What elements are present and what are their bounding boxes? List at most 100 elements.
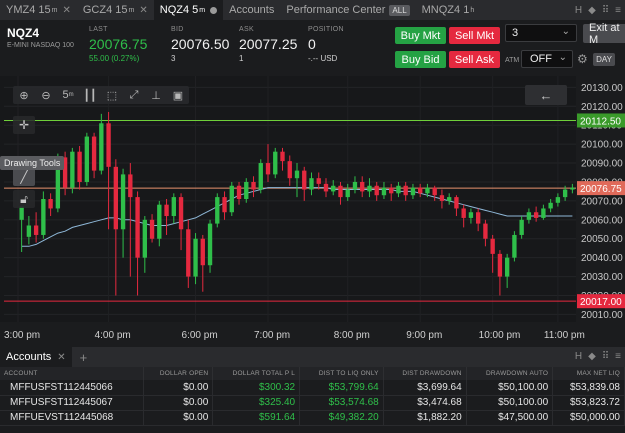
chevron-down-icon: ⌄	[561, 26, 570, 37]
close-icon[interactable]: ✕	[62, 5, 70, 16]
tab-label: MNQZ4 1	[421, 4, 470, 16]
panel-link-icon[interactable]: ◆	[588, 351, 596, 362]
indicators-icon[interactable]: ⊥	[145, 86, 167, 104]
table-row[interactable]: MFFUEVST112445068 $0.00 $591.64 $49,382.20 $…	[0, 410, 625, 426]
buy-bid-button[interactable]: Buy Bid	[395, 51, 446, 68]
timeframe-button[interactable]: 5m	[57, 86, 79, 104]
candle-body	[258, 163, 263, 190]
panel-menu-icon[interactable]: ≡	[615, 351, 621, 362]
y-tick-label: 20070.00	[581, 196, 623, 207]
price-chart[interactable]: 20130.0020120.0020110.0020100.0020090.00…	[0, 76, 625, 347]
candle-body	[526, 212, 532, 220]
x-tick-label: 11:00 pm	[544, 330, 585, 341]
tab-accounts[interactable]: Accounts ✕	[0, 347, 72, 367]
tab-2[interactable]: NQZ4 5m	[153, 0, 224, 20]
atm-value: OFF	[530, 53, 552, 65]
close-icon[interactable]: ✕	[57, 352, 65, 363]
window-menu-icon[interactable]: ≡	[615, 5, 621, 16]
tab-3[interactable]: Accounts	[223, 0, 280, 20]
symbol-description: E-MINI NASDAQ 100	[7, 42, 74, 49]
tab-label: Accounts	[229, 4, 275, 16]
value-cell: $325.40	[212, 395, 301, 411]
quantity-select[interactable]: 3 ⌄	[505, 24, 577, 42]
value-cell: $591.64	[212, 410, 301, 426]
tab-1[interactable]: GCZ4 15 m ✕	[77, 0, 154, 20]
candle-body	[439, 195, 445, 201]
y-tick-label: 20040.00	[581, 253, 623, 264]
exit-at-market-button[interactable]: Exit at M	[583, 22, 625, 46]
candle-body	[273, 151, 278, 175]
candle-body	[425, 187, 430, 194]
column-header[interactable]: DIST TO LIQ ONLY	[299, 367, 384, 380]
candle-body	[454, 197, 459, 209]
tab-accounts-label: Accounts	[6, 351, 52, 363]
column-header[interactable]: MAX NET LIQ	[552, 367, 625, 380]
lock-icon[interactable]: 🔓︎	[13, 190, 35, 208]
gear-icon[interactable]: ⚙	[577, 52, 588, 66]
tab-interval-unit: h	[470, 6, 475, 14]
column-header[interactable]: DRAWDOWN AUTO	[466, 367, 554, 380]
add-tab-icon[interactable]: +	[80, 350, 88, 365]
crosshair-icon[interactable]: ✛	[13, 116, 35, 134]
candle-body	[77, 151, 82, 182]
candle-body	[548, 202, 553, 209]
drawing-tools-icon[interactable]: ╱	[13, 168, 35, 186]
table-row[interactable]: MFFUSFST112445067 $0.00 $325.40 $53,574.68 $…	[0, 395, 625, 411]
panel-h-icon[interactable]: H	[575, 351, 582, 362]
table-row[interactable]: MFFUSFST112445066 $0.00 $300.32 $53,799.64 $…	[0, 380, 625, 396]
candle-body	[309, 178, 314, 190]
candle-body	[338, 185, 343, 198]
column-header[interactable]: DIST DRAWDOWN	[383, 367, 467, 380]
zoom-in-icon[interactable]: ⊕	[13, 86, 35, 104]
y-tick-label: 20060.00	[581, 215, 623, 226]
candle-body	[570, 187, 575, 190]
candle-body	[389, 187, 394, 194]
accounts-panel-controls: H ◆ ⠿ ≡	[575, 351, 621, 362]
tab-4[interactable]: Performance Center ALL	[280, 0, 415, 20]
tab-label: NQZ4 5	[159, 4, 199, 16]
zoom-out-icon[interactable]: ⊖	[35, 86, 57, 104]
column-header[interactable]: DOLLAR OPEN	[143, 367, 214, 380]
window-grip-icon[interactable]: ⠿	[602, 5, 609, 16]
window-link-icon[interactable]: ◆	[588, 5, 596, 16]
candle-body	[533, 212, 539, 218]
candle-style-icon[interactable]: ┃┃	[79, 86, 101, 104]
bid-price: 20076.50	[171, 36, 230, 52]
accounts-panel: Accounts ✕ + H ◆ ⠿ ≡ ACCOUNT DOLLAR OPEN D…	[0, 347, 625, 433]
candle-body	[70, 151, 75, 188]
ask-price: 20077.25	[239, 36, 298, 52]
value-cell: $49,382.20	[299, 410, 384, 426]
candle-body	[381, 187, 387, 196]
buy-market-button[interactable]: Buy Mkt	[395, 27, 446, 44]
candle-body	[403, 185, 408, 196]
candle-body	[562, 189, 568, 198]
y-tick-label: 20130.00	[581, 83, 623, 94]
candle-body	[323, 183, 329, 192]
window-h-icon[interactable]: H	[575, 5, 582, 16]
chart-canvas[interactable]: 20130.0020120.0020110.0020100.0020090.00…	[0, 76, 625, 347]
atm-select[interactable]: OFF ⌄	[521, 50, 573, 68]
x-tick-label: 4:00 pm	[95, 330, 131, 341]
tab-0[interactable]: YMZ4 15 m ✕	[0, 0, 77, 20]
sell-ask-button[interactable]: Sell Ask	[449, 51, 500, 68]
panel-grip-icon[interactable]: ⠿	[602, 351, 609, 362]
column-header[interactable]: DOLLAR TOTAL P L	[212, 367, 301, 380]
tab-label: Performance Center	[286, 4, 386, 16]
candle-body	[360, 181, 365, 192]
column-header[interactable]: ACCOUNT	[0, 367, 144, 380]
fullscreen-icon[interactable]: ⤢	[123, 86, 145, 104]
selection-box-icon[interactable]: ⬚	[101, 86, 123, 104]
templates-icon[interactable]: ▣	[167, 86, 189, 104]
candle-body	[99, 123, 104, 171]
value-cell: $0.00	[143, 395, 214, 411]
back-arrow-icon[interactable]: ←	[525, 85, 567, 105]
candle-body	[519, 219, 524, 235]
close-icon[interactable]: ✕	[139, 5, 147, 16]
candle-body	[541, 208, 546, 218]
tab-badge: ALL	[389, 4, 410, 16]
candle-body	[294, 170, 300, 179]
day-tif-button[interactable]: DAY	[593, 53, 615, 66]
sell-market-button[interactable]: Sell Mkt	[449, 27, 500, 44]
quote-header: NQZ4 E-MINI NASDAQ 100 LAST 20076.75 55.…	[0, 20, 625, 76]
tab-5[interactable]: MNQZ4 1h	[416, 0, 481, 20]
